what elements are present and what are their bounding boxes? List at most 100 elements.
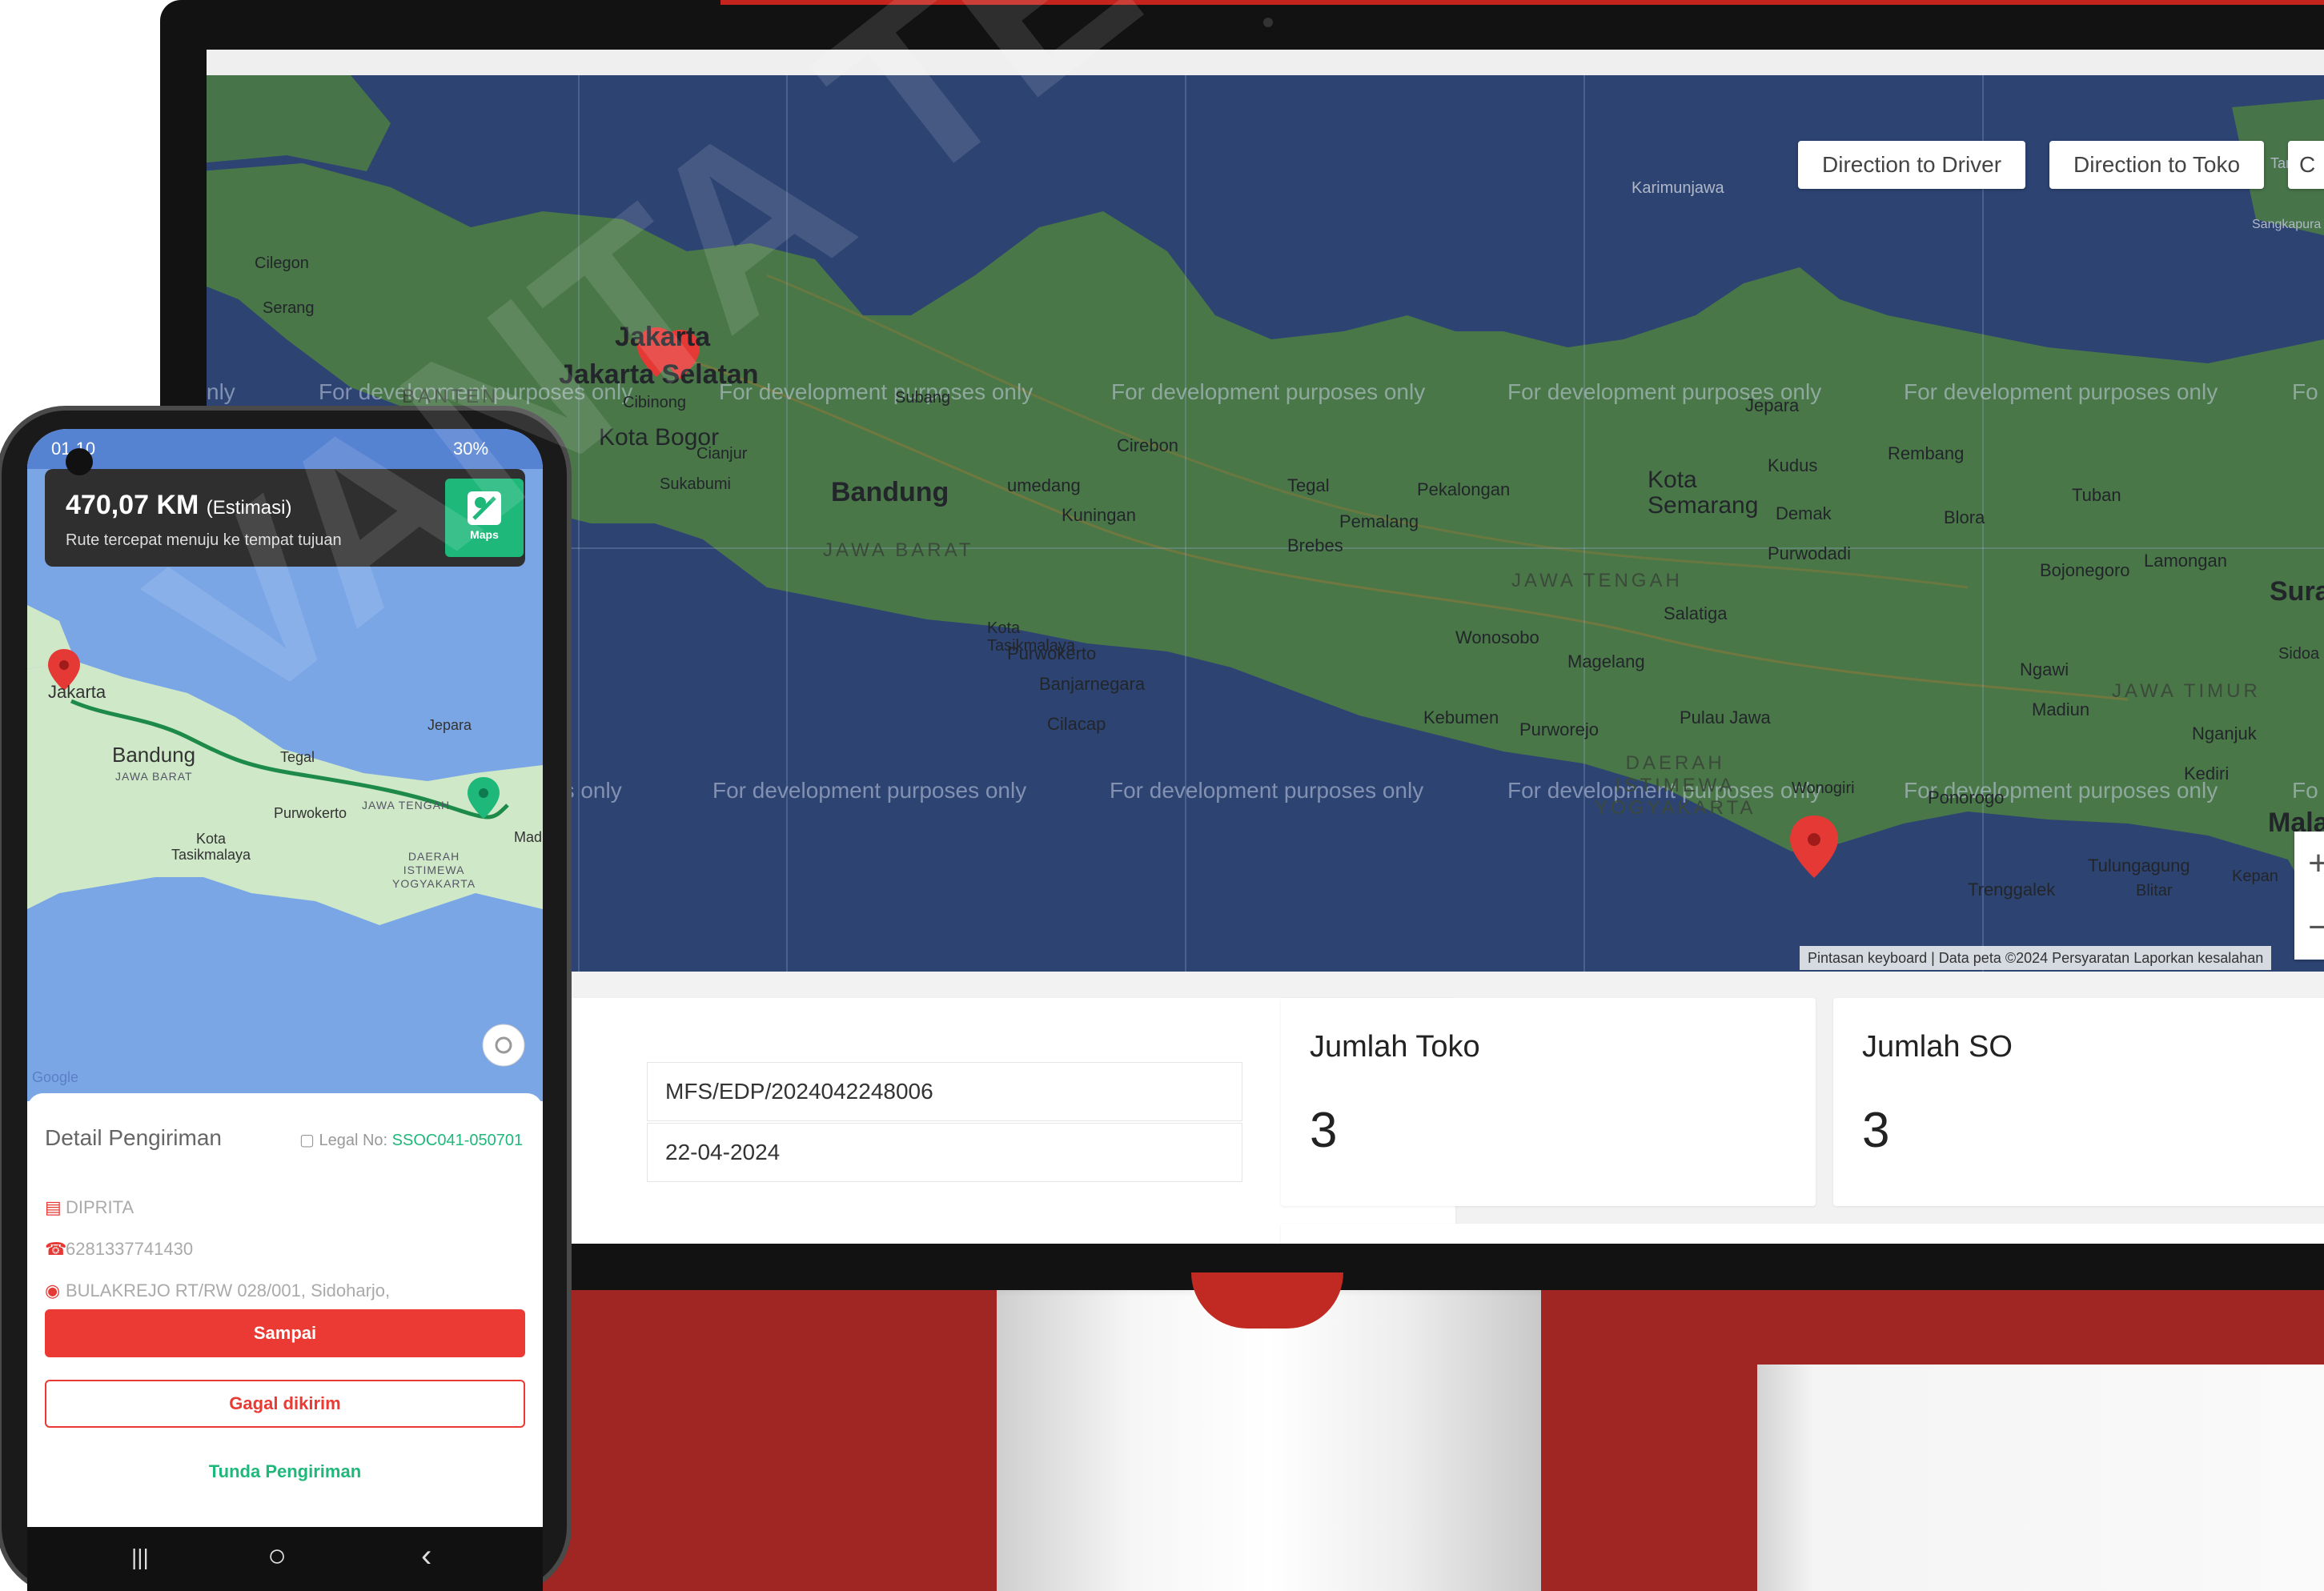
map-label-nganjuk: Nganjuk [2192, 723, 2257, 743]
recipient-name-value: DIPRITA [66, 1197, 134, 1217]
card-jumlah-so: Jumlah SO 3 [1833, 998, 2324, 1206]
phone-map-label-mad: Mad [514, 829, 543, 845]
map-label-blora: Blora [1944, 507, 1985, 527]
map-label-jakarta: Jakarta [615, 322, 711, 352]
map-label-ngawi: Ngawi [2020, 659, 2069, 679]
map-label-cirebon: Cirebon [1117, 435, 1179, 455]
map-label-banten: BANTEN [402, 386, 500, 407]
recipient-phone-value: 6281337741430 [66, 1239, 194, 1259]
direction-to-toko-button[interactable]: Direction to Toko [2049, 141, 2265, 189]
map-label-purworejo: Purworejo [1519, 719, 1600, 739]
card-jumlah-toko: Jumlah Toko 3 [1281, 998, 1816, 1206]
map-label-sangkapura: Sangkapura [2252, 218, 2322, 231]
map-label-kepanjen: Kepan [2232, 868, 2278, 885]
phone-map-label-jakarta: Jakarta [48, 682, 106, 702]
map-marker-wonogiri [1790, 816, 1838, 878]
map-label-pulau-jawa: Pulau Jawa [1680, 707, 1771, 727]
sumatra-land [207, 75, 391, 171]
route-distance-note: (Estimasi) [206, 497, 292, 519]
background-red-left [512, 1248, 1009, 1591]
map-label-jawa-barat: JAWA BARAT [823, 539, 974, 561]
postpone-delivery-link[interactable]: Tunda Pengiriman [45, 1461, 525, 1482]
map-extra-button[interactable]: C [2288, 141, 2324, 189]
dev-watermark: For development purposes only [719, 379, 1034, 404]
map-label-tulungagung: Tulungagung [2088, 856, 2190, 876]
phone-map-label-purwokerto: Purwokerto [274, 805, 347, 821]
dev-watermark: Fo [2292, 778, 2318, 803]
map-label-tegal: Tegal [1287, 475, 1330, 495]
map-attribution[interactable]: Pintasan keyboard | Data peta ©2024 Pers… [1800, 946, 2272, 970]
card-value: 3 [1310, 1103, 1338, 1158]
map-label-salatiga: Salatiga [1664, 603, 1728, 623]
dev-watermark: For development purposes only [1110, 778, 1424, 803]
map-label-madiun: Madiun [2032, 699, 2090, 719]
dev-watermark: For development purposes only [712, 778, 1027, 803]
order-number: MFS/EDP/2024042248006 [647, 1062, 1242, 1121]
map-label-bojonegoro: Bojonegoro [2040, 560, 2130, 580]
dev-watermark: nly [207, 379, 235, 404]
maps-label: Maps [470, 528, 499, 541]
map-grid-line [1583, 75, 1585, 972]
map-label-brebes: Brebes [1287, 535, 1343, 555]
map-label-sumedang: umedang [1007, 475, 1081, 495]
card-label: Jumlah SO [1862, 1030, 2013, 1064]
map-label-demak: Demak [1776, 503, 1832, 523]
failed-delivery-button[interactable]: Gagal dikirim [45, 1380, 525, 1428]
back-button[interactable]: ‹ [421, 1538, 431, 1574]
map-label-sidoarjo: Sidoa [2278, 645, 2320, 663]
map-label-pekalongan: Pekalongan [1417, 479, 1511, 499]
store-icon: ▤ [45, 1197, 62, 1217]
recent-apps-button[interactable]: ||| [131, 1545, 149, 1570]
legal-no-value: SSOC041-050701 [391, 1132, 524, 1149]
card-value: 3 [1862, 1103, 1890, 1158]
route-subtitle: Rute tercepat menuju ke tempat tujuan [66, 531, 342, 549]
map-label-diy: DAERAH ISTIMEWA YOGYAKARTA [1595, 752, 1756, 819]
home-button[interactable]: ○ [267, 1538, 287, 1574]
google-logo: Google [32, 1069, 79, 1085]
recipient-phone: ☎6281337741430 [45, 1239, 193, 1260]
direction-to-driver-button[interactable]: Direction to Driver [1798, 141, 2026, 189]
route-distance: 470,07 KM (Estimasi) [66, 490, 291, 521]
map-label-purwodadi: Purwodadi [1768, 543, 1851, 563]
map-label-kota-tasikmalaya: Kota Tasikmalaya [987, 619, 1076, 655]
order-date: 22-04-2024 [647, 1123, 1242, 1182]
map-label-subang: Subang [895, 389, 950, 407]
phone-status-bar: 01.10 30% [27, 429, 543, 469]
map-label-tuban: Tuban [2072, 485, 2121, 505]
map-label-blitar: Blitar [2136, 882, 2173, 900]
map-label-cibinong: Cibinong [623, 394, 686, 411]
zoom-out-button[interactable]: − [2294, 896, 2324, 960]
recipient-address: ◉ BULAKREJO RT/RW 028/001, Sidoharjo, [45, 1280, 390, 1301]
map-grid-line [786, 75, 788, 972]
map-grid-line [578, 75, 580, 972]
zoom-in-button[interactable]: + [2294, 832, 2324, 896]
my-location-icon [482, 1024, 525, 1067]
map-grid-line [1185, 75, 1186, 972]
map-label-wonogiri: Wonogiri [1792, 779, 1855, 797]
monitor-top-accent [720, 0, 2324, 5]
map-label-cilegon: Cilegon [255, 254, 309, 272]
location-pin-icon: ◉ [45, 1280, 61, 1300]
dev-watermark: For development purposes only [1111, 379, 1426, 404]
recipient-address-value: BULAKREJO RT/RW 028/001, Sidoharjo, [66, 1280, 391, 1300]
map-label-cilacap: Cilacap [1047, 714, 1106, 734]
dev-watermark: For development purposes only [1904, 379, 2218, 404]
map-label-banjarnegara: Banjarnegara [1039, 674, 1146, 694]
map-label-surabaya: Sura [2270, 576, 2324, 607]
zoom-control: + − [2294, 832, 2324, 960]
phone-map-label-jawa-tengah: JAWA TENGAH [362, 799, 451, 812]
map-label-ponorogo: Ponorogo [1928, 787, 2005, 808]
map-label-kediri: Kediri [2184, 763, 2230, 783]
browser-top-bar [207, 50, 2324, 76]
arrived-button[interactable]: Sampai [45, 1309, 525, 1357]
maps-icon [468, 491, 501, 525]
map-label-kudus: Kudus [1768, 455, 1818, 475]
map-label-karimunjawa: Karimunjawa [1632, 179, 1724, 197]
phone-map-label-bandung: Bandung [112, 743, 196, 767]
route-summary-card: 470,07 KM (Estimasi) Rute tercepat menuj… [45, 469, 525, 567]
card-next-row [1281, 1224, 2324, 1244]
phone-icon: ☎ [45, 1239, 67, 1259]
open-maps-button[interactable]: Maps [445, 479, 524, 557]
route-distance-value: 470,07 KM [66, 490, 199, 520]
detail-title: Detail Pengiriman [45, 1125, 222, 1150]
